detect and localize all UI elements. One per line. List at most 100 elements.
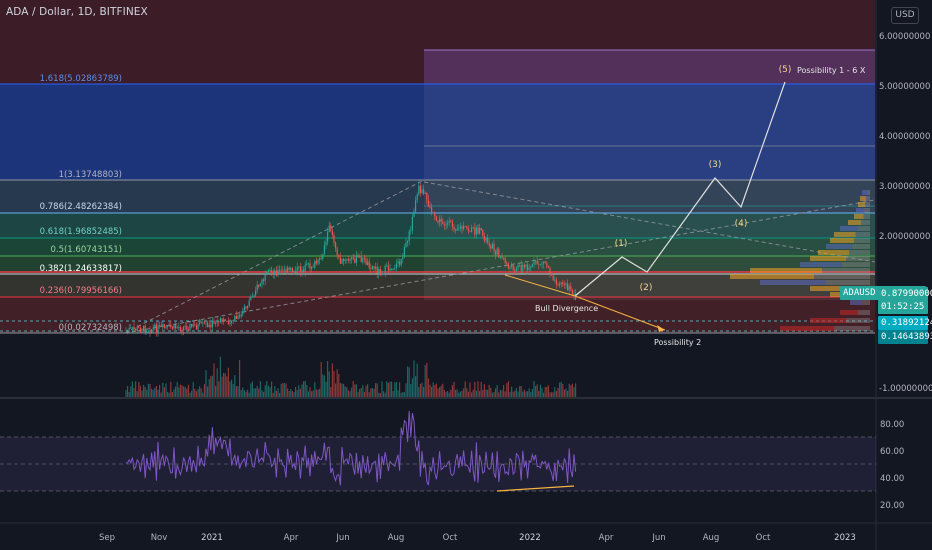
volume-bar (274, 386, 276, 397)
volume-bar (338, 373, 340, 397)
candle-body (290, 267, 292, 270)
candle-body (226, 320, 228, 322)
volume-bar (354, 384, 356, 397)
candle-body (429, 206, 431, 208)
candle-body (415, 200, 417, 212)
volume-bar (221, 376, 223, 397)
candle-body (453, 226, 455, 230)
volume-bar (376, 383, 378, 397)
volume-bar (227, 367, 229, 397)
volume-bar (551, 392, 553, 397)
main-chart-canvas[interactable]: 1.618(5.02863789) 1(3.13748803) 0.786(2.… (0, 0, 932, 550)
volume-bar (397, 390, 399, 397)
candle-body (157, 325, 159, 333)
candle-body (195, 325, 197, 330)
candle-body (229, 322, 231, 325)
candle-body (354, 259, 356, 263)
candle-body (130, 327, 132, 329)
candle-body (519, 265, 521, 266)
fib-label-1618: 1.618(5.02863789) (40, 74, 122, 84)
candle-body (408, 231, 410, 242)
volume-bar (474, 382, 476, 397)
volume-bar (165, 383, 167, 397)
candle-body (192, 324, 194, 327)
candle-body (435, 216, 437, 221)
candle-body (479, 227, 481, 234)
candle-body (235, 316, 237, 319)
candle-body (181, 330, 183, 331)
candle-body (402, 257, 404, 260)
volume-bar (283, 382, 285, 397)
volume-bar (487, 389, 489, 397)
candle-body (466, 226, 468, 229)
candle-body (411, 216, 413, 231)
candle-body (307, 263, 309, 265)
candle-body (447, 222, 449, 225)
candle-body (410, 230, 412, 232)
volume-bar (421, 382, 423, 397)
candle-body (151, 329, 153, 333)
volume-bar (480, 382, 482, 397)
candle-body (155, 324, 157, 333)
candle-body (282, 269, 284, 271)
candle-body (266, 271, 268, 274)
volume-bar (301, 384, 303, 397)
fib-label-05: 0.5(1.60743151) (50, 245, 122, 255)
wave-label-5: (5) (779, 65, 792, 75)
candle-body (314, 261, 316, 268)
volume-bar (458, 392, 460, 397)
symbol-title[interactable]: ADA / Dollar, 1D, BITFINEX (6, 6, 148, 18)
volume-bar (530, 391, 532, 397)
volume-bar (319, 388, 321, 397)
candle-body (255, 290, 257, 296)
candle-body (445, 224, 447, 226)
volume-profile-row (846, 318, 870, 323)
volume-bar (408, 367, 410, 397)
candle-body (501, 256, 503, 258)
currency-button[interactable]: USD (891, 7, 919, 24)
volume-bar (125, 390, 127, 397)
candle-body (311, 266, 313, 269)
volume-bar (407, 366, 409, 397)
volume-profile-row (818, 250, 850, 255)
volume-bar (477, 381, 479, 397)
volume-bar (271, 381, 273, 397)
volume-profile-row (861, 220, 870, 225)
volume-bar (410, 383, 412, 397)
candle-body (271, 270, 273, 273)
countdown-tag: 01:52:25 (878, 300, 928, 314)
rsi-axis-labels: 80.00 60.00 40.00 20.00 (880, 420, 904, 511)
volume-profile-row (866, 190, 870, 195)
candle-body (357, 255, 359, 258)
volume-bar (223, 372, 225, 397)
volume-bar (384, 392, 386, 397)
chart-workspace[interactable]: 1.618(5.02863789) 1(3.13748803) 0.786(2.… (0, 0, 932, 550)
volume-bar (538, 390, 540, 397)
volume-bar (130, 386, 132, 397)
volume-profile-row (855, 232, 870, 237)
candle-body (258, 284, 260, 287)
candle-body (253, 295, 255, 297)
candle-body (386, 265, 388, 267)
volume-bar (451, 385, 453, 397)
volume-bar (467, 391, 469, 397)
support-price-tag-b: 0.14643893 (878, 330, 932, 344)
candle-body (136, 327, 138, 331)
candle-body (175, 324, 177, 329)
candle-body (480, 227, 482, 230)
candle-body (378, 269, 380, 274)
volume-bar (280, 383, 282, 397)
time-axis-labels: Sep Nov 2021 Apr Jun Aug Oct 2022 Apr Ju… (99, 533, 856, 543)
fib-label-0: 0(0.02732498) (59, 323, 122, 333)
volume-bar (213, 363, 215, 397)
volume-bar (431, 386, 433, 397)
candle-body (463, 225, 465, 230)
volume-bar (560, 382, 562, 397)
volume-bar (575, 383, 577, 397)
volume-bar (432, 382, 434, 397)
candle-body (243, 306, 245, 311)
volume-bar (189, 392, 191, 397)
candle-body (267, 270, 269, 272)
candle-body (360, 255, 362, 263)
candle-body (535, 260, 537, 262)
